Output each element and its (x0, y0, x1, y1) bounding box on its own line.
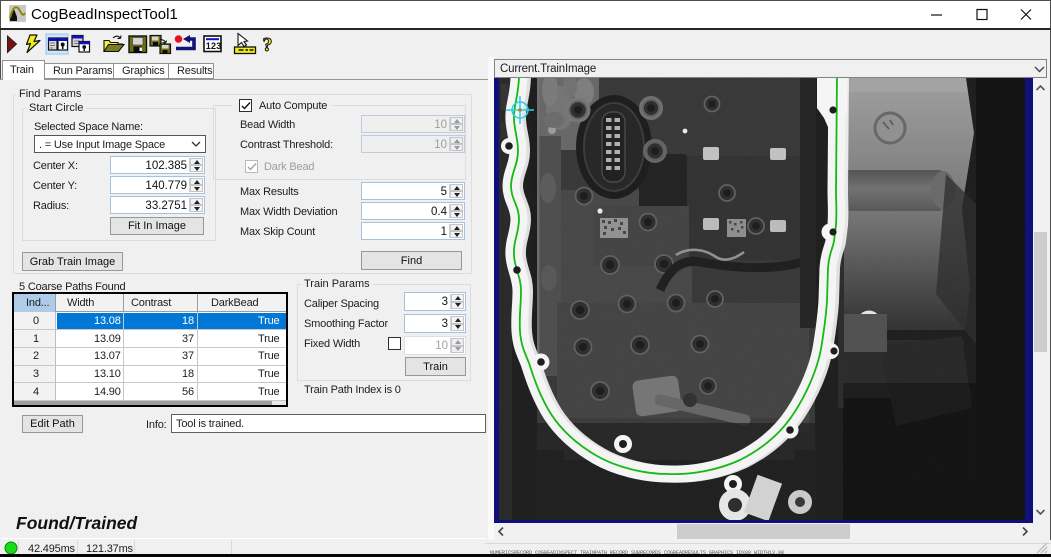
svg-text:123: 123 (206, 41, 222, 51)
svg-text:?: ? (263, 34, 273, 56)
